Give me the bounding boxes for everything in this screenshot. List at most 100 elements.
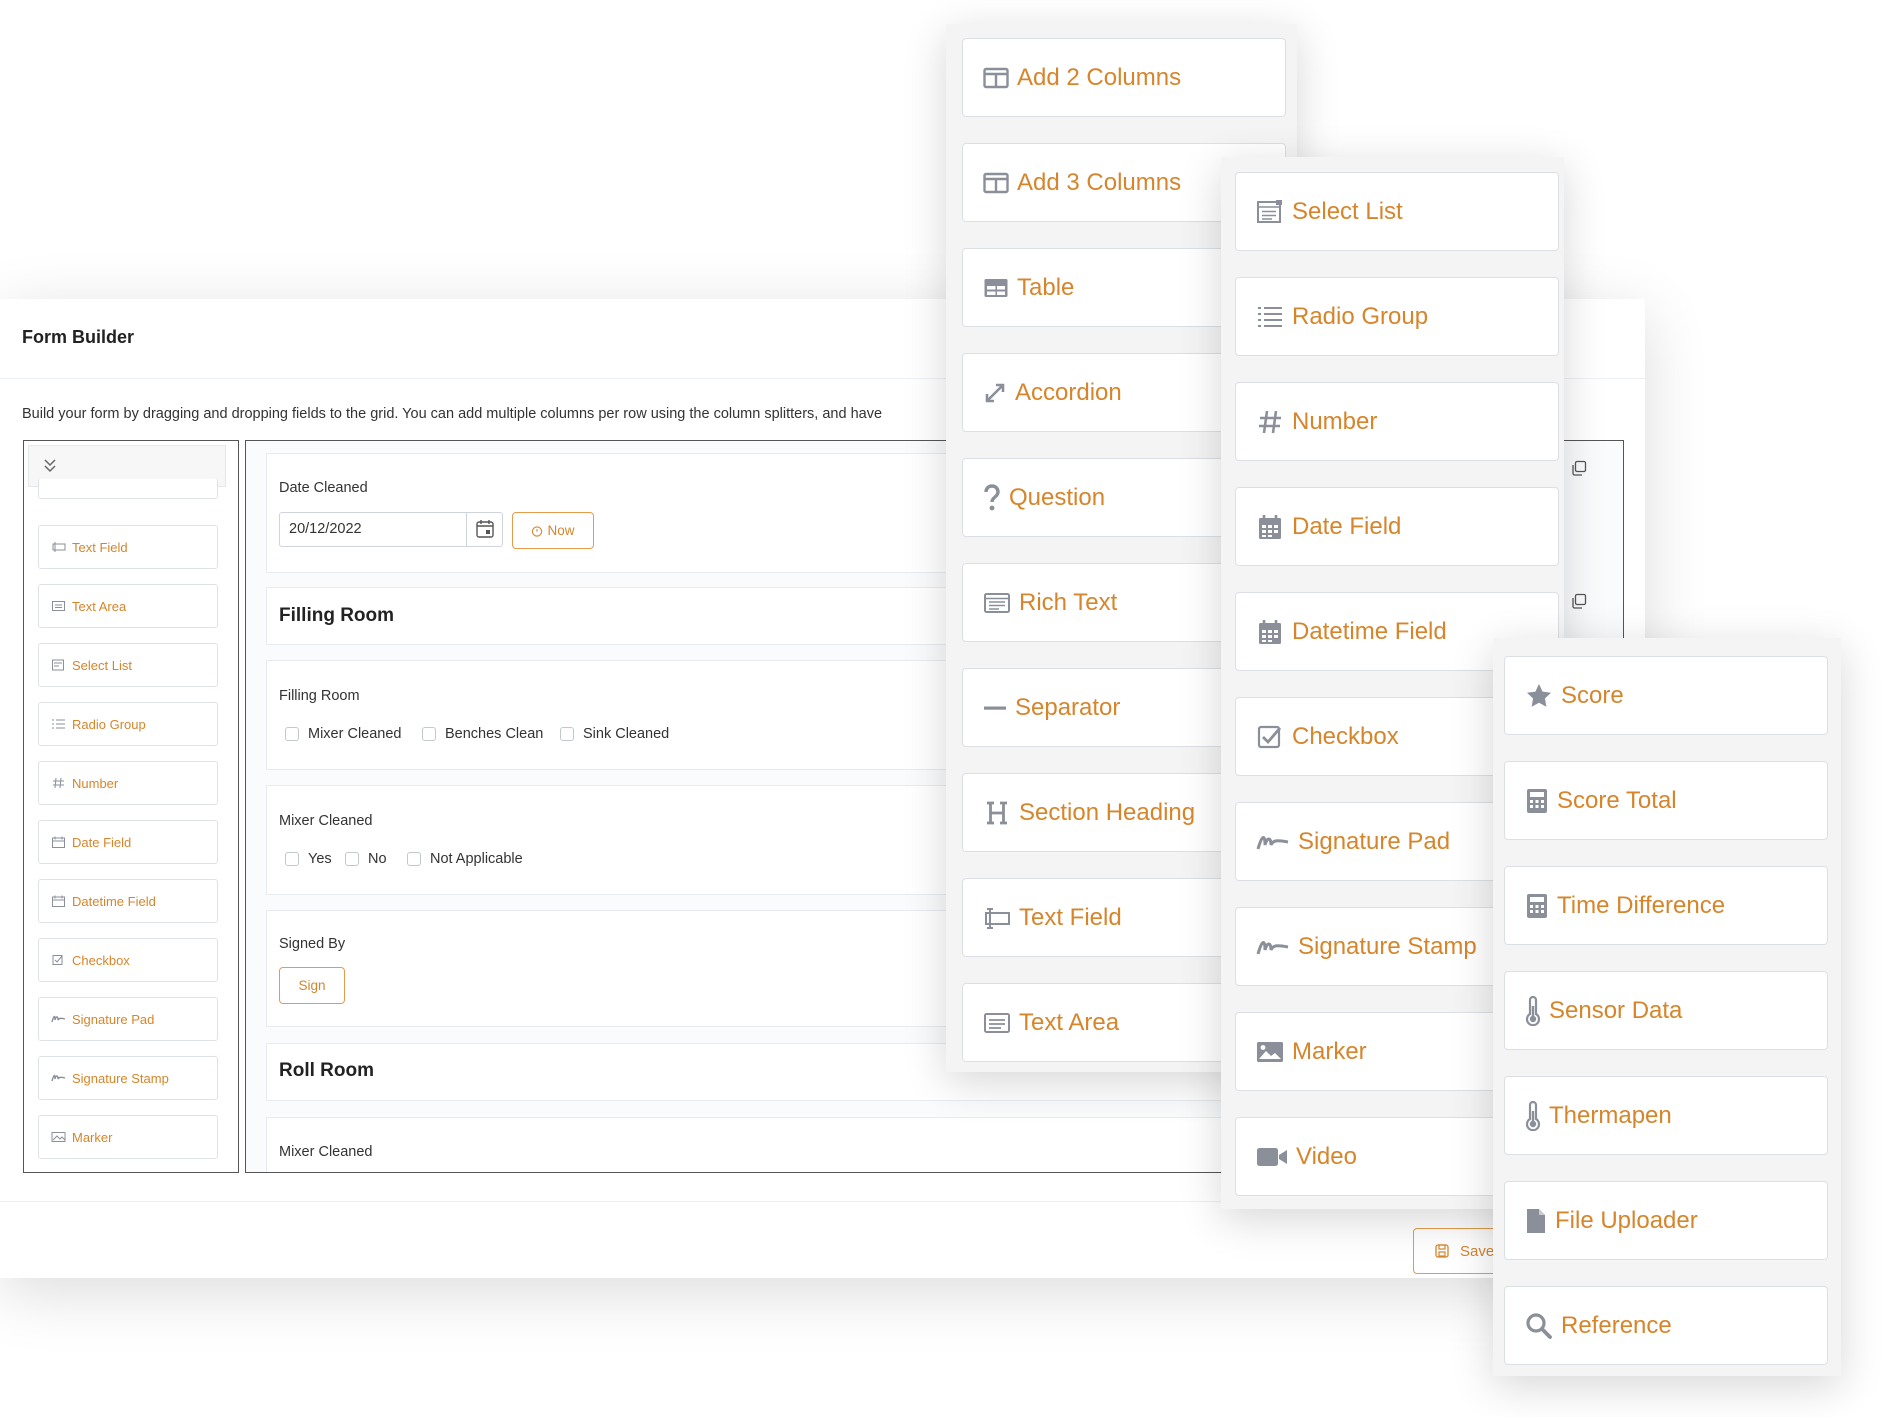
- palette-item-number[interactable]: Number: [1235, 382, 1559, 461]
- palette-item-date-field[interactable]: Date Field: [1235, 487, 1559, 566]
- option-yes[interactable]: Yes: [285, 851, 332, 867]
- signature-icon: [1256, 835, 1289, 849]
- palette-item-label: Marker: [1292, 1037, 1367, 1065]
- field-label: Mixer Cleaned: [279, 1144, 373, 1160]
- table-icon: [984, 278, 1008, 297]
- checkbox[interactable]: [285, 727, 299, 741]
- checkbox[interactable]: [285, 852, 299, 866]
- sidebar-item-datetime-field[interactable]: Datetime Field: [38, 879, 218, 923]
- calculator-icon: [1527, 893, 1547, 918]
- palette-item-label: Text Area: [1019, 1008, 1120, 1036]
- sidebar-item-date-field[interactable]: Date Field: [38, 820, 218, 864]
- palette-item-label: Score Total: [1557, 786, 1677, 814]
- sidebar-item-label: Select List: [72, 657, 132, 673]
- date-value: 20/12/2022: [289, 521, 362, 537]
- palette-item-select-list[interactable]: Select List: [1235, 172, 1559, 251]
- signature-icon: [51, 1074, 66, 1082]
- palette-item-label: Add 3 Columns: [1017, 168, 1182, 196]
- now-button[interactable]: Now: [512, 512, 594, 549]
- palette-item-add-2-columns[interactable]: Add 2 Columns: [962, 38, 1286, 117]
- instructions-text: Build your form by dragging and dropping…: [22, 406, 883, 422]
- sidebar-item-signature-stamp[interactable]: Signature Stamp: [38, 1056, 218, 1100]
- sign-button[interactable]: Sign: [279, 967, 345, 1004]
- field-label: Mixer Cleaned: [279, 813, 373, 829]
- palette-item-thermapen[interactable]: Thermapen: [1504, 1076, 1828, 1155]
- sidebar-item-checkbox[interactable]: Checkbox: [38, 938, 218, 982]
- hash-icon: [1259, 410, 1281, 433]
- palette-item-label: Signature Stamp: [1298, 932, 1477, 960]
- field-palette-advanced: Score Score Total Time Difference Sensor…: [1493, 638, 1841, 1376]
- palette-item-file-uploader[interactable]: File Uploader: [1504, 1181, 1828, 1260]
- checkbox-icon: [52, 955, 63, 965]
- option-label: Not Applicable: [430, 851, 523, 867]
- checkbox[interactable]: [345, 852, 359, 866]
- thermometer-icon: [1525, 995, 1541, 1026]
- palette-item-sensor-data[interactable]: Sensor Data: [1504, 971, 1828, 1050]
- sidebar-item-radio-group[interactable]: Radio Group: [38, 702, 218, 746]
- sidebar-item-label: Date Field: [72, 834, 132, 850]
- save-label: Save: [1460, 1242, 1495, 1260]
- calendar-icon: [476, 520, 494, 538]
- calculator-icon: [1527, 788, 1547, 813]
- option-benches-clean[interactable]: Benches Clean: [422, 726, 543, 742]
- sidebar-item-text-field[interactable]: Text Field: [38, 525, 218, 569]
- field-block[interactable]: Mixer Cleaned: [266, 1117, 1366, 1172]
- sidebar-item-label: Datetime Field: [72, 893, 156, 909]
- palette-item-label: Question: [1009, 483, 1106, 511]
- sidebar-item-label: Text Field: [72, 539, 128, 555]
- palette-item-reference[interactable]: Reference: [1504, 1286, 1828, 1365]
- copy-icon[interactable]: [1571, 593, 1587, 609]
- palette-item-time-difference[interactable]: Time Difference: [1504, 866, 1828, 945]
- sidebar-item-text-area[interactable]: Text Area: [38, 584, 218, 628]
- section-heading: Filling Room: [279, 605, 395, 626]
- sidebar-item-signature-pad[interactable]: Signature Pad: [38, 997, 218, 1041]
- option-mixer-cleaned[interactable]: Mixer Cleaned: [285, 726, 402, 742]
- option-no[interactable]: No: [345, 851, 387, 867]
- palette-item-score-total[interactable]: Score Total: [1504, 761, 1828, 840]
- palette-item-score[interactable]: Score: [1504, 656, 1828, 735]
- image-icon: [1257, 1041, 1283, 1062]
- palette-item-label: Table: [1017, 273, 1075, 301]
- sidebar-item-marker[interactable]: Marker: [38, 1115, 218, 1159]
- checkbox[interactable]: [422, 727, 436, 741]
- option-label: Mixer Cleaned: [308, 726, 402, 742]
- text-field-icon: [985, 907, 1010, 929]
- sidebar-item-label: Signature Stamp: [72, 1070, 169, 1086]
- save-icon: [1435, 1244, 1449, 1258]
- sidebar-item-select-list[interactable]: Select List: [38, 643, 218, 687]
- palette-item-label: Video: [1296, 1142, 1357, 1170]
- palette-item-label: Rich Text: [1019, 588, 1118, 616]
- copy-icon[interactable]: [1571, 460, 1587, 476]
- minus-icon: [984, 706, 1006, 710]
- palette-item-label: File Uploader: [1555, 1206, 1698, 1234]
- checkbox[interactable]: [407, 852, 421, 866]
- sidebar-item-label: Signature Pad: [72, 1011, 155, 1027]
- palette-item-label: Number: [1292, 407, 1378, 435]
- file-icon: [1527, 1208, 1545, 1233]
- option-not-applicable[interactable]: Not Applicable: [407, 851, 523, 867]
- calendar-icon: [52, 836, 65, 848]
- radio-group-icon: [1258, 306, 1282, 327]
- sidebar-item-label: Text Area: [72, 598, 127, 614]
- field-label: Date Cleaned: [279, 480, 368, 496]
- palette-item-label: Text Field: [1019, 903, 1122, 931]
- palette-item-radio-group[interactable]: Radio Group: [1235, 277, 1559, 356]
- field-label: Filling Room: [279, 688, 360, 704]
- sidebar-item-number[interactable]: Number: [38, 761, 218, 805]
- text-area-icon: [52, 601, 65, 611]
- calendar-button[interactable]: [466, 513, 502, 546]
- date-input[interactable]: 20/12/2022: [279, 512, 503, 547]
- palette-item-label: Separator: [1015, 693, 1121, 721]
- rich-text-icon: [984, 592, 1010, 613]
- text-area-icon: [984, 1012, 1010, 1033]
- columns-icon: [983, 172, 1009, 193]
- columns-icon: [983, 67, 1009, 88]
- sidebar-item-label: Number: [72, 775, 119, 791]
- option-sink-cleaned[interactable]: Sink Cleaned: [560, 726, 669, 742]
- calendar-icon: [1259, 514, 1281, 539]
- question-icon: [984, 483, 1000, 510]
- option-label: Yes: [308, 851, 332, 867]
- checkbox[interactable]: [560, 727, 574, 741]
- radio-group-icon: [52, 719, 65, 729]
- now-label: Now: [547, 523, 575, 538]
